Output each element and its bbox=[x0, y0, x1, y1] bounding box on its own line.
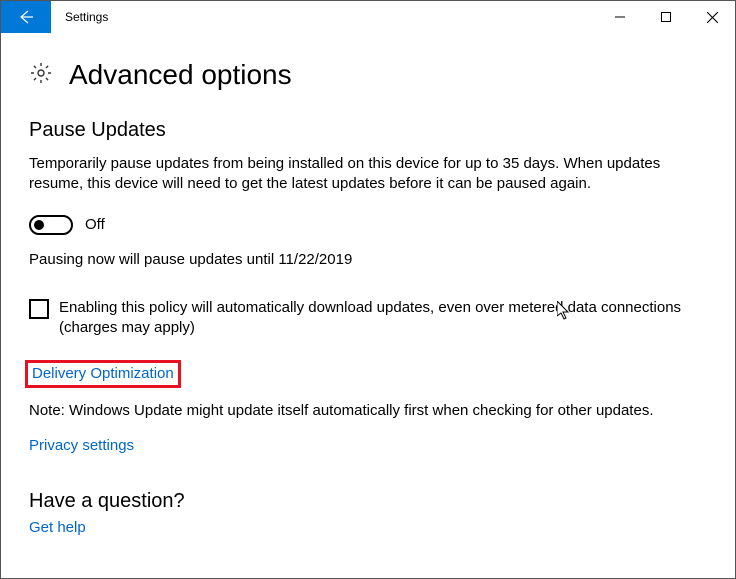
pause-status: Pausing now will pause updates until 11/… bbox=[29, 251, 707, 268]
content-area: Advanced options Pause Updates Temporari… bbox=[1, 33, 735, 550]
minimize-button[interactable] bbox=[597, 1, 643, 33]
metered-label: Enabling this policy will automatically … bbox=[59, 298, 707, 339]
back-button[interactable] bbox=[1, 1, 51, 33]
close-button[interactable] bbox=[689, 1, 735, 33]
toggle-knob bbox=[34, 220, 44, 230]
update-note: Note: Windows Update might update itself… bbox=[29, 402, 707, 419]
pause-toggle-label: Off bbox=[85, 216, 105, 233]
pause-description: Temporarily pause updates from being ins… bbox=[29, 154, 707, 195]
get-help-link[interactable]: Get help bbox=[29, 519, 86, 536]
pause-toggle-row: Off bbox=[29, 215, 707, 235]
titlebar: Settings bbox=[1, 1, 735, 33]
page-title: Advanced options bbox=[69, 59, 292, 91]
delivery-optimization-link[interactable]: Delivery Optimization bbox=[32, 365, 174, 382]
window-controls bbox=[597, 1, 735, 33]
maximize-button[interactable] bbox=[643, 1, 689, 33]
gear-icon bbox=[29, 61, 53, 90]
metered-checkbox-row: Enabling this policy will automatically … bbox=[29, 298, 707, 339]
window-title: Settings bbox=[51, 1, 597, 33]
pause-heading: Pause Updates bbox=[29, 119, 707, 142]
delivery-optimization-highlight: Delivery Optimization bbox=[25, 360, 181, 388]
privacy-settings-link[interactable]: Privacy settings bbox=[29, 437, 134, 454]
metered-checkbox[interactable] bbox=[29, 299, 49, 319]
page-header: Advanced options bbox=[29, 59, 707, 91]
question-heading: Have a question? bbox=[29, 490, 707, 513]
pause-toggle[interactable] bbox=[29, 215, 73, 235]
